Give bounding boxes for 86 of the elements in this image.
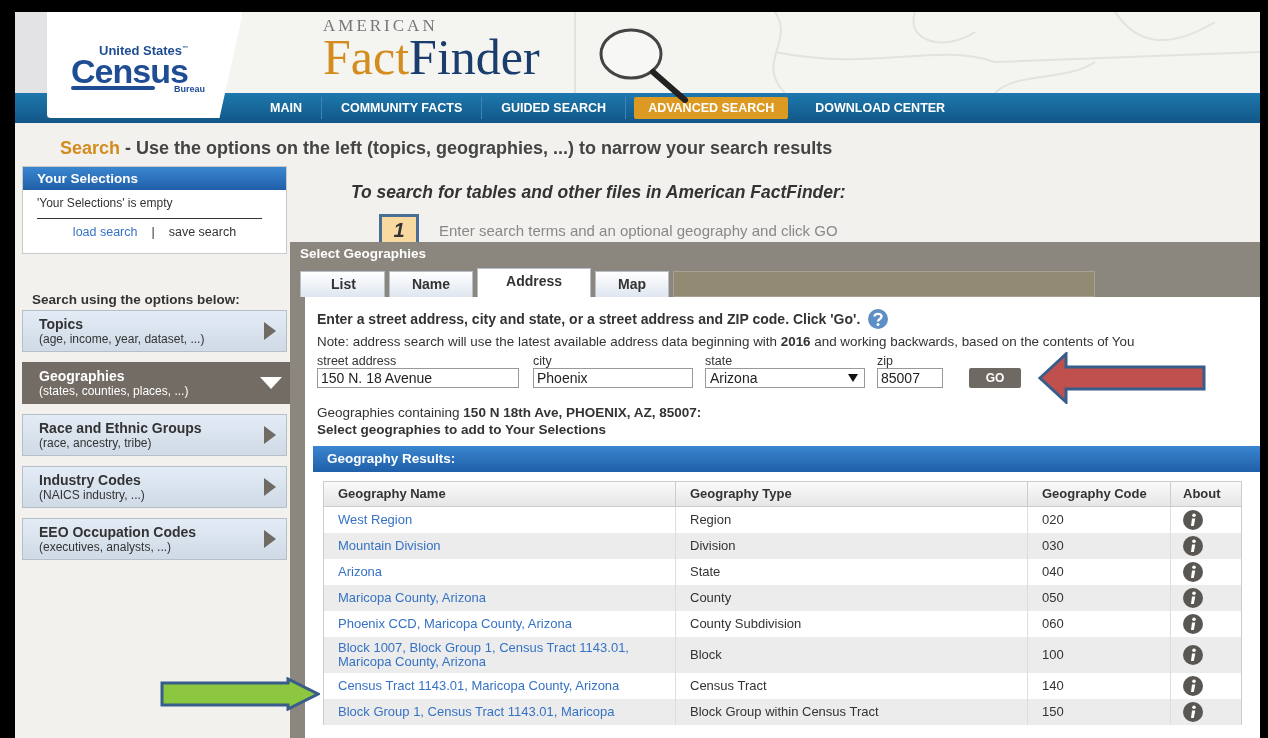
nav-tab[interactable]: DOWNLOAD CENTER	[796, 97, 965, 119]
caret-right-icon	[264, 426, 276, 444]
brand-overline: AMERICAN	[323, 17, 439, 34]
input-field[interactable]: 85007	[877, 368, 943, 388]
table-cell: State	[690, 565, 721, 579]
table-cell: County	[690, 591, 732, 605]
main-heading: To search for tables and other files in American FactFinder:	[351, 181, 847, 204]
option-item[interactable]: Race and Ethnic Groups (race, ancestry, tribe)	[22, 414, 287, 456]
geography-link[interactable]: Mountain Division	[338, 539, 441, 553]
tab[interactable]: Name	[388, 271, 474, 297]
caret-right-icon	[264, 478, 276, 496]
field-label: state	[705, 354, 734, 368]
empty-message: 'Your Selections' is empty	[37, 190, 262, 219]
table-cell: Block	[690, 648, 722, 662]
go-button[interactable]: GO	[969, 368, 1021, 388]
dropdown-arrow-icon	[848, 374, 858, 382]
tab[interactable]: Address	[477, 268, 592, 297]
option-item[interactable]: EEO Occupation Codes (executives, analysts, ...)	[22, 518, 287, 560]
info-icon[interactable]	[1183, 588, 1203, 608]
table-cell: Region	[690, 513, 732, 527]
separator: |	[151, 225, 155, 239]
table-cell: 030	[1042, 539, 1064, 553]
option-item[interactable]: Topics (age, income, year, dataset, ...)	[22, 310, 287, 352]
info-icon[interactable]	[1183, 645, 1203, 665]
result-hint: Select geographies to add to Your Selections	[317, 422, 608, 437]
dialog-title: Select Geographies	[299, 245, 428, 263]
options-label: Search using the options below:	[32, 292, 241, 307]
field-label: city	[533, 354, 553, 368]
info-icon[interactable]	[1183, 676, 1203, 696]
caret-right-icon	[264, 530, 276, 548]
info-icon[interactable]	[1183, 702, 1203, 722]
geography-link[interactable]: Census Tract 1143.01, Maricopa County, Arizona	[338, 679, 620, 693]
nav-tab[interactable]: GUIDED SEARCH	[482, 97, 627, 119]
geography-link[interactable]: Block 1007, Block Group 1, Census Tract 1143.01, Maricopa County, Arizona	[338, 641, 661, 669]
result-text: Geographies containing 150 N 18th Ave, PHOENIX, AZ, 85007:	[317, 405, 703, 420]
column-header: Geography Code	[1028, 482, 1171, 506]
option-item[interactable]: Geographies (states, counties, places, ...)	[22, 362, 293, 404]
logo-wordmark: Census	[71, 57, 188, 86]
table-cell: 050	[1042, 591, 1064, 605]
table-cell: 140	[1042, 679, 1064, 693]
table-cell: 060	[1042, 617, 1064, 631]
logo-card[interactable]: United States$^{™}$ CensusBureau	[47, 12, 243, 118]
table-cell: 020	[1042, 513, 1064, 527]
input-field[interactable]: 150 N. 18 Avenue	[317, 368, 519, 388]
panel-title: Your Selections	[23, 167, 286, 190]
results-title: Geography Results:	[327, 451, 456, 466]
caret-down-icon	[260, 377, 282, 389]
page-heading: Search - Use the options on the left (topics, geographies, ...) to narrow your search results	[59, 137, 834, 159]
geography-link[interactable]: Block Group 1, Census Tract 1143.01, Maricopa	[338, 705, 615, 719]
table-cell: 150	[1042, 705, 1064, 719]
caret-right-icon	[264, 322, 276, 340]
info-icon[interactable]	[1183, 614, 1203, 634]
geography-link[interactable]: Arizona	[338, 565, 383, 579]
info-icon[interactable]	[1183, 510, 1203, 530]
step-text: Enter search terms and an optional geography and click GO	[439, 221, 838, 239]
column-header: About	[1182, 485, 1222, 503]
table-cell: 040	[1042, 565, 1064, 579]
geography-link[interactable]: West Region	[338, 513, 413, 527]
geography-link[interactable]: Maricopa County, Arizona	[338, 591, 486, 605]
info-icon[interactable]	[1183, 562, 1203, 582]
option-item[interactable]: Industry Codes (NAICS industry, ...)	[22, 466, 287, 508]
geography-link[interactable]: Phoenix CCD, Maricopa County, Arizona	[338, 617, 572, 631]
table-cell: Block Group within Census Tract	[690, 705, 879, 719]
logo-text: United States$^{™}$	[99, 42, 189, 58]
logo-subtext: Bureau	[174, 84, 205, 95]
help-icon[interactable]	[868, 309, 889, 329]
column-header: Geography Type	[676, 482, 1028, 506]
table-cell: County Subdivision	[690, 617, 802, 631]
save-search-link[interactable]: save search	[168, 225, 237, 239]
info-icon[interactable]	[1183, 536, 1203, 556]
note-text: Note: address search will use the latest available address data beginning with 2016 and working backwards, based on the contents of You	[317, 334, 1136, 349]
tab[interactable]: Map	[595, 271, 670, 297]
table-cell: Division	[690, 539, 736, 553]
state-dropdown[interactable]: Arizona	[705, 368, 865, 388]
load-search-link[interactable]: load search	[72, 225, 138, 239]
field-label: zip	[877, 354, 894, 368]
nav-tab[interactable]: MAIN	[251, 97, 322, 119]
field-label: street address	[317, 354, 398, 368]
brand-name: FactFinder	[323, 34, 540, 80]
instruction-text: Enter a street address, city and state, or a street address and ZIP code. Click 'Go'.	[317, 311, 861, 327]
nav-tab[interactable]: COMMUNITY FACTS	[321, 97, 483, 119]
table-cell: 100	[1042, 648, 1064, 662]
table-cell: Census Tract	[690, 679, 767, 693]
input-field[interactable]: Phoenix	[533, 368, 693, 388]
tab[interactable]: List	[300, 271, 385, 297]
column-header: Geography Name	[324, 482, 676, 506]
